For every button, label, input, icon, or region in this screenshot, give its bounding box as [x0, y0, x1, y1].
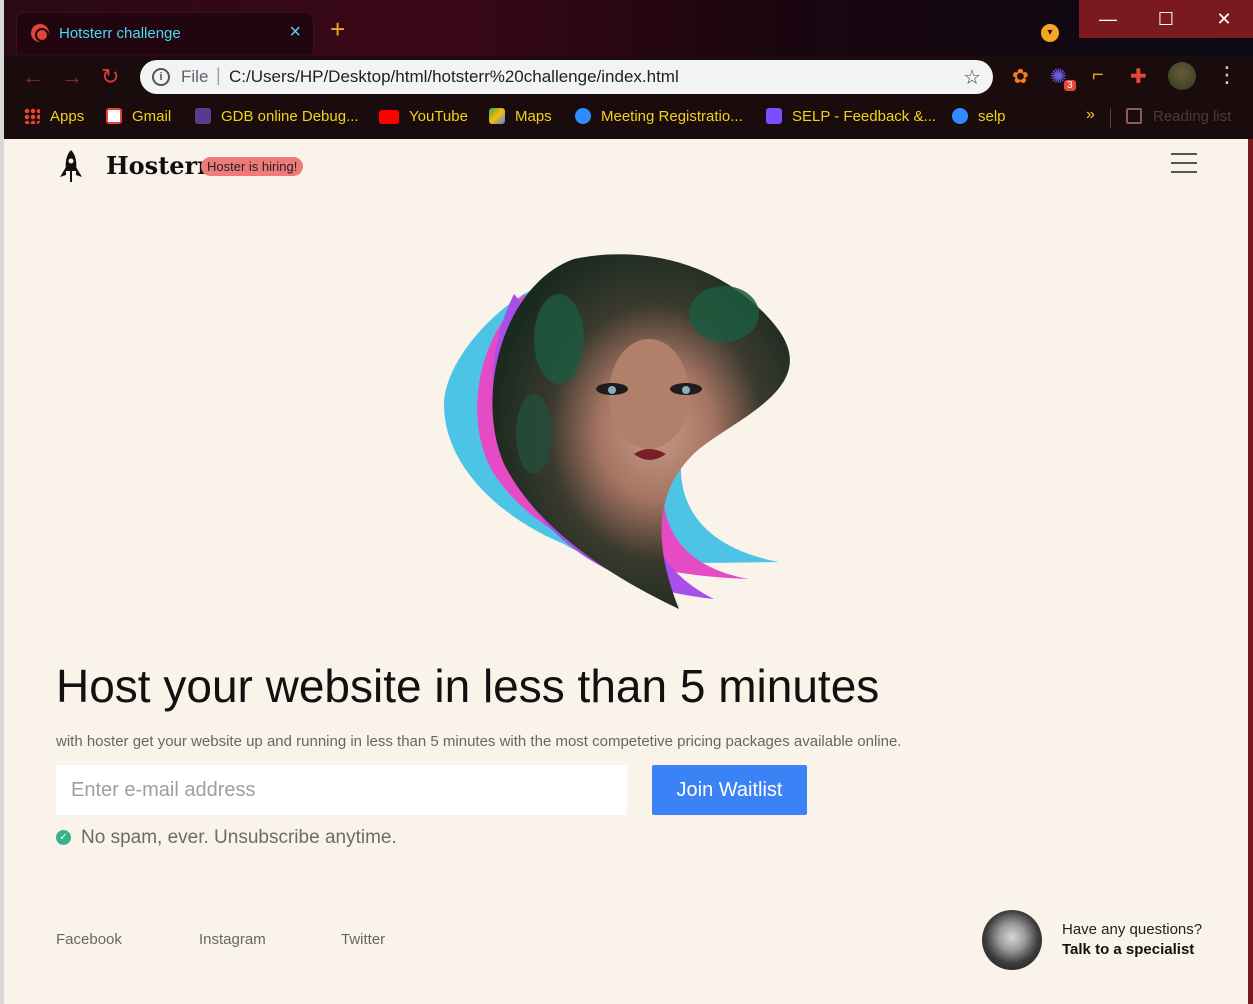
hamburger-menu-icon[interactable]: [1171, 153, 1197, 173]
gmail-icon: [106, 108, 122, 124]
kebab-menu-icon[interactable]: ⋮: [1216, 62, 1238, 88]
back-icon[interactable]: ←: [22, 64, 44, 90]
separator: |: [216, 65, 221, 85]
puzzle-icon[interactable]: ✚: [1130, 64, 1147, 89]
specialist-avatar[interactable]: [982, 910, 1042, 970]
bookmark-gmail[interactable]: Gmail: [106, 108, 171, 125]
scheme-label: File: [181, 67, 209, 86]
reload-icon[interactable]: ↻: [101, 64, 119, 90]
maps-icon: [489, 108, 505, 124]
reading-list-icon[interactable]: [1126, 108, 1142, 124]
extension-icon-3[interactable]: ⌐: [1092, 64, 1104, 87]
no-spam-note: No spam, ever. Unsubscribe anytime.: [81, 827, 397, 848]
bookmarks-overflow-icon[interactable]: »: [1086, 106, 1095, 124]
specialist-question: Have any questions?: [1062, 921, 1203, 938]
footer-link-facebook[interactable]: Facebook: [56, 931, 122, 948]
hero-headline: Host your website in less than 5 minutes: [56, 660, 880, 712]
zoom-icon: [575, 108, 591, 124]
extension-badge: 3: [1064, 80, 1076, 91]
tab-title: Hotsterr challenge: [59, 25, 181, 42]
footer-link-twitter[interactable]: Twitter: [341, 931, 385, 948]
globe-icon: [31, 24, 49, 42]
apps-grid-icon: [24, 108, 40, 124]
bookmark-selp-feedback[interactable]: SELP - Feedback &...: [766, 108, 936, 125]
footer-link-instagram[interactable]: Instagram: [199, 931, 266, 948]
page-viewport: Hosterr Hoster is hiring! Host your webs…: [4, 139, 1248, 1004]
youtube-icon: [379, 110, 399, 124]
extension-icon-1[interactable]: ✿: [1012, 64, 1029, 89]
window-edge-right: [1248, 139, 1253, 1004]
bookmarks-bar: Apps Gmail GDB online Debug... YouTube M…: [0, 100, 1253, 138]
join-waitlist-button[interactable]: Join Waitlist: [652, 765, 807, 815]
minimize-button[interactable]: —: [1079, 0, 1137, 38]
close-window-button[interactable]: ✕: [1195, 0, 1253, 38]
close-tab-icon[interactable]: ×: [289, 21, 301, 44]
info-icon[interactable]: i: [152, 68, 170, 86]
tab-active[interactable]: Hotsterr challenge ×: [16, 12, 314, 54]
chevron-down-icon[interactable]: ▾: [1041, 24, 1059, 42]
bookmark-maps[interactable]: Maps: [489, 108, 552, 125]
talk-to-specialist-link[interactable]: Talk to a specialist: [1062, 941, 1194, 958]
star-icon[interactable]: ☆: [963, 65, 981, 90]
bookmarks-divider: [1110, 108, 1111, 128]
bookmark-apps[interactable]: Apps: [24, 108, 84, 125]
profile-avatar[interactable]: [1168, 62, 1196, 90]
new-tab-button[interactable]: +: [330, 16, 345, 42]
zoom-icon: [952, 108, 968, 124]
hero-subtext: with hoster get your website up and runn…: [56, 733, 902, 750]
url-text[interactable]: C:/Users/HP/Desktop/html/hotsterr%20chal…: [229, 67, 679, 87]
toolbar: ← → ↻ i File | C:/Users/HP/Desktop/html/…: [0, 56, 1253, 100]
bookmark-youtube[interactable]: YouTube: [379, 108, 468, 125]
bookmark-selp[interactable]: selp: [952, 108, 1006, 125]
hiring-badge[interactable]: Hoster is hiring!: [201, 157, 304, 176]
reading-list-label[interactable]: Reading list: [1153, 108, 1231, 125]
address-bar[interactable]: i File | C:/Users/HP/Desktop/html/hotste…: [140, 60, 993, 94]
brand-name[interactable]: Hosterr: [106, 151, 210, 180]
lightning-icon: [195, 108, 211, 124]
form-icon: [766, 108, 782, 124]
check-circle-icon: ✓: [56, 830, 71, 845]
bookmark-gdb[interactable]: GDB online Debug...: [195, 108, 359, 125]
forward-icon[interactable]: →: [61, 64, 83, 90]
hero-illustration: [444, 254, 790, 609]
browser-window: Hotsterr challenge × + ▾ — ☐ ✕ ← → ↻ i F…: [0, 0, 1253, 1004]
email-input[interactable]: [56, 765, 627, 815]
maximize-button[interactable]: ☐: [1137, 0, 1195, 38]
bookmark-meeting[interactable]: Meeting Registratio...: [575, 108, 743, 125]
rocket-icon[interactable]: [58, 149, 84, 183]
